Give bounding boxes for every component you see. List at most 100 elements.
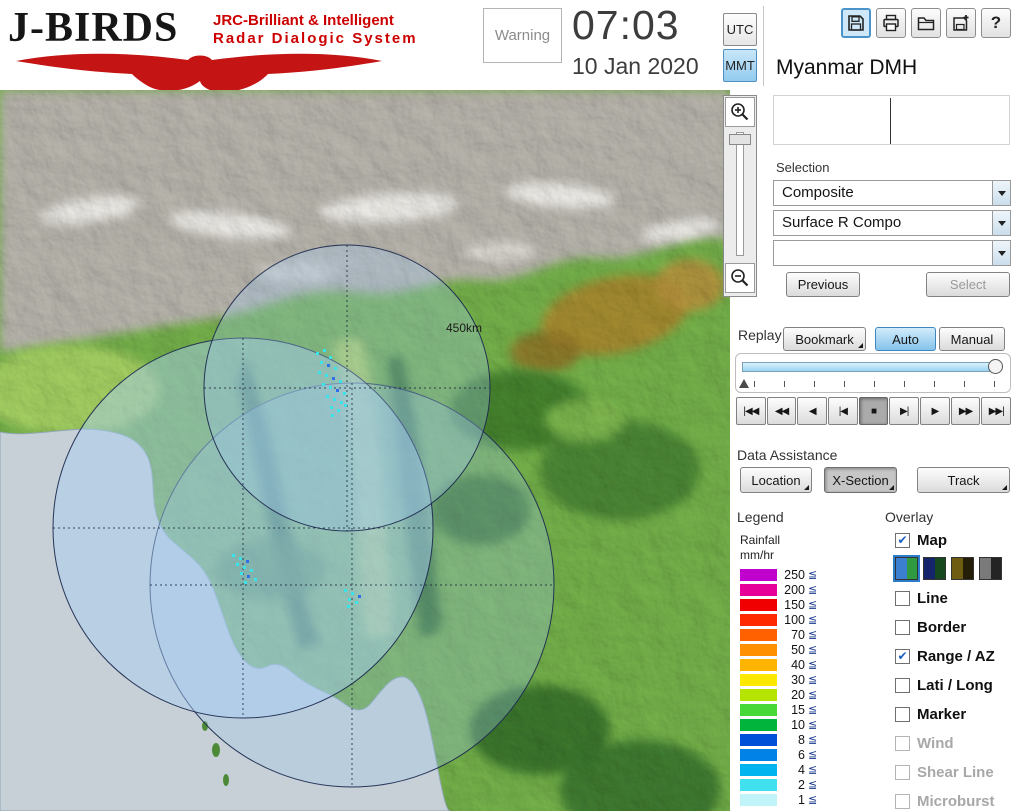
checkbox[interactable]	[895, 706, 910, 722]
popup-corner-icon	[858, 343, 863, 348]
extra-dropdown[interactable]	[773, 240, 1011, 266]
track-button[interactable]: Track	[917, 467, 1010, 493]
legend-row: 4 ≦	[740, 763, 817, 777]
legend-unit-line2: mm/hr	[740, 548, 774, 562]
save-as-button[interactable]	[946, 8, 976, 38]
map-style-button[interactable]	[923, 557, 946, 580]
selection-label: Selection	[776, 160, 830, 175]
position-marker-icon	[739, 379, 749, 388]
utc-button[interactable]: UTC	[723, 13, 757, 46]
legend-row: 10 ≦	[740, 718, 817, 732]
print-button[interactable]	[876, 8, 906, 38]
less-equal-icon: ≦	[808, 599, 818, 611]
product-dropdown[interactable]: Surface R Compo	[773, 210, 1011, 236]
legend-swatch	[740, 658, 777, 671]
popup-corner-icon	[889, 485, 894, 490]
overlay-checkbox-line[interactable]: Line	[895, 589, 948, 607]
checkbox[interactable]	[895, 677, 910, 693]
map-canvas[interactable]: 450km	[0, 90, 730, 811]
extra-dropdown-button[interactable]	[992, 241, 1010, 265]
auto-button[interactable]: Auto	[875, 327, 936, 351]
x-section-button[interactable]: X-Section	[824, 467, 897, 493]
checkbox[interactable]: ✔	[895, 648, 910, 664]
map-style-button[interactable]	[951, 557, 974, 580]
composite-dropdown[interactable]: Composite	[773, 180, 1011, 206]
less-equal-icon: ≦	[808, 659, 818, 671]
station-title: Myanmar DMH	[776, 56, 918, 79]
select-button[interactable]: Select	[926, 272, 1010, 297]
play-button[interactable]: ▶	[920, 397, 950, 425]
overlay-checkbox-border[interactable]: Border	[895, 618, 966, 636]
jbirds-app: J-BIRDS JRC-Brilliant & Intelligent Rada…	[0, 0, 1030, 811]
overlay-label: Shear Line	[917, 763, 994, 781]
legend-value: 40	[791, 657, 805, 672]
checkbox[interactable]	[895, 590, 910, 606]
swatch-half	[990, 558, 1001, 579]
overlay-checkbox-shear-line: Shear Line	[895, 763, 994, 781]
overlay-checkbox-range-az[interactable]: ✔ Range / AZ	[895, 647, 995, 665]
legend-row: 200 ≦	[740, 582, 817, 597]
skip-first-button[interactable]: |◀◀	[736, 397, 766, 425]
less-equal-icon: ≦	[808, 704, 818, 716]
map-style-button[interactable]	[979, 557, 1002, 580]
checkbox[interactable]	[895, 619, 910, 635]
swatch-half	[934, 558, 945, 579]
magnifier-minus-icon	[731, 269, 749, 287]
location-button[interactable]: Location	[740, 467, 812, 493]
product-dropdown-button[interactable]	[992, 211, 1010, 235]
warning-button[interactable]: Warning	[483, 8, 562, 63]
step-forward-button[interactable]: ▶|	[889, 397, 920, 425]
overlay-label: Border	[917, 618, 967, 636]
legend-value: 150	[784, 597, 805, 612]
save-button[interactable]	[841, 8, 871, 38]
previous-button[interactable]: Previous	[786, 272, 860, 297]
checkbox[interactable]: ✔	[895, 532, 910, 548]
clock-time: 07:03	[572, 2, 680, 48]
legend-swatch	[740, 778, 777, 791]
zoom-out-button[interactable]	[725, 263, 755, 293]
stop-button[interactable]: ■	[858, 397, 889, 425]
swatch-half	[906, 558, 917, 579]
less-equal-icon: ≦	[808, 569, 818, 581]
legend-value: 200	[784, 582, 805, 597]
check-icon: ✔	[897, 533, 908, 547]
overlay-checkbox-lati-long[interactable]: Lati / Long	[895, 676, 993, 694]
legend-swatch	[740, 763, 777, 776]
zoom-slider-handle[interactable]	[729, 134, 751, 145]
step-back-button[interactable]: |◀	[828, 397, 858, 425]
skip-last-button[interactable]: ▶▶|	[981, 397, 1012, 425]
legend-swatch	[740, 643, 777, 656]
zoom-slider-track[interactable]	[736, 132, 744, 256]
map-style-button[interactable]	[893, 555, 920, 582]
overlay-checkbox-wind: Wind	[895, 734, 954, 752]
legend-row: 2 ≦	[740, 777, 818, 792]
overlay-checkbox-map[interactable]: ✔ Map	[895, 531, 947, 549]
zoom-in-button[interactable]	[725, 97, 755, 127]
legend-row: 8 ≦	[740, 733, 817, 747]
replay-slider-frame	[735, 353, 1011, 393]
fast-rewind-button[interactable]: ◀◀	[766, 397, 797, 425]
bookmark-button[interactable]: Bookmark	[783, 327, 866, 351]
swatch-half	[962, 558, 973, 579]
open-button[interactable]	[911, 8, 941, 38]
popup-corner-icon	[804, 485, 809, 490]
overlay-checkbox-marker[interactable]: Marker	[895, 705, 966, 723]
legend-value: 2	[798, 777, 805, 792]
mmt-button[interactable]: MMT	[723, 49, 757, 82]
popup-corner-icon	[1002, 485, 1007, 490]
chevron-down-icon	[997, 190, 1006, 196]
less-equal-icon: ≦	[808, 779, 818, 791]
replay-slider-track[interactable]	[742, 362, 994, 372]
composite-dropdown-button[interactable]	[992, 181, 1010, 205]
play-reverse-button[interactable]: ◀	[797, 397, 828, 425]
product-list-box[interactable]	[773, 95, 1010, 145]
logo: J-BIRDS JRC-Brilliant & Intelligent Rada…	[8, 4, 428, 93]
legend-value: 50	[791, 642, 805, 657]
legend-swatch	[740, 673, 777, 686]
legend-value: 70	[791, 627, 805, 642]
fast-forward-button[interactable]: ▶▶	[950, 397, 981, 425]
manual-button[interactable]: Manual	[939, 327, 1005, 351]
replay-slider-handle[interactable]	[988, 359, 1003, 374]
help-button[interactable]: ?	[981, 8, 1011, 38]
overlay-checkbox-microburst: Microburst	[895, 792, 995, 810]
